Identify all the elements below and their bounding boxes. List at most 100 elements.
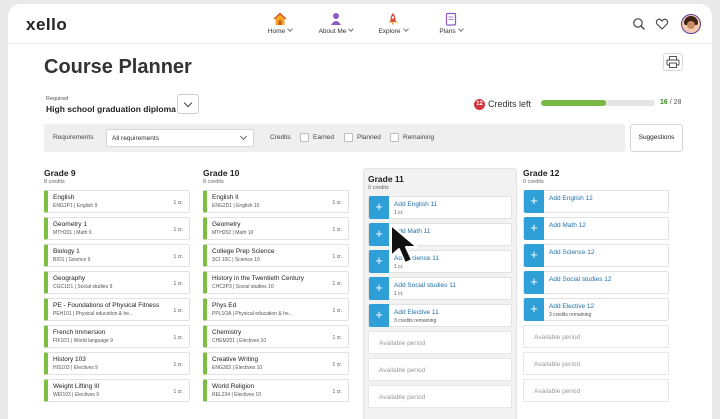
course-card[interactable]: Geography CGC1D1 | Social studies 9 1 cr.: [44, 271, 190, 294]
course-credit: 1 cr.: [332, 281, 342, 287]
requirement-dropdown[interactable]: [177, 94, 199, 114]
remaining-checkbox[interactable]: [390, 133, 399, 142]
nav-explore[interactable]: Explore: [363, 12, 423, 35]
available-period[interactable]: Available period: [523, 352, 669, 375]
user-avatar[interactable]: [681, 14, 701, 34]
credits-left-label: Credits left: [488, 99, 532, 109]
course-name: Creative Writing: [212, 356, 259, 363]
requirements-select-value: All requirements: [112, 135, 159, 142]
course-card[interactable]: College Prep Science SCI 10C | Science 10…: [203, 244, 349, 267]
course-name: Geometry: [212, 221, 241, 228]
course-code: PPL1OA | Physical education & he...: [212, 311, 293, 317]
course-card[interactable]: Geometry 1 MTH201 | Math 9 1 cr.: [44, 217, 190, 240]
requirements-select[interactable]: All requirements: [106, 129, 254, 147]
add-course-slot[interactable]: + Add Social studies 11 1 cr.: [368, 277, 512, 300]
add-course-slot[interactable]: + Add Math 12: [523, 217, 669, 240]
credits-earned: 16: [660, 99, 668, 106]
available-period[interactable]: Available period: [368, 385, 512, 408]
available-period[interactable]: Available period: [523, 325, 669, 348]
slot-name: Add English 11: [394, 201, 438, 208]
course-credit: 1 cr.: [332, 308, 342, 314]
course-card[interactable]: Creative Writing ENG302 | Electives 10 1 c…: [203, 352, 349, 375]
heart-icon[interactable]: [655, 17, 669, 31]
course-card[interactable]: English ENG1P1 | English 9 1 cr.: [44, 190, 190, 213]
course-card[interactable]: World Religion REL234 | Electives 10 1 cr.: [203, 379, 349, 402]
chevron-down-icon: [457, 26, 464, 32]
remaining-label[interactable]: Remaining: [403, 134, 434, 141]
person-icon: [331, 13, 341, 25]
course-card[interactable]: English II ENG2D1 | English 10 1 cr.: [203, 190, 349, 213]
plus-icon[interactable]: +: [369, 250, 389, 273]
course-credit: 1 cr.: [173, 308, 183, 314]
plus-icon[interactable]: +: [369, 304, 389, 327]
add-course-slot[interactable]: + Add English 12: [523, 190, 669, 213]
credits-filter-label: Credits: [270, 134, 291, 141]
course-card[interactable]: Chemistry CHEM201 | Electives 10 1 cr.: [203, 325, 349, 348]
nav-about-me[interactable]: About Me: [306, 12, 366, 35]
page-title: Course Planner: [44, 56, 192, 78]
slot-name: Add Elective 12: [549, 303, 595, 310]
course-credit: 1 cr.: [332, 362, 342, 368]
course-card[interactable]: French Immersion FIF1D1 | World language …: [44, 325, 190, 348]
available-period[interactable]: Available period: [368, 331, 512, 354]
plus-icon[interactable]: +: [524, 190, 544, 213]
plus-icon[interactable]: +: [524, 217, 544, 240]
earned-checkbox[interactable]: [300, 133, 309, 142]
course-card[interactable]: History in the Twentieth Century CHC2P3 |…: [203, 271, 349, 294]
course-code: CHEM201 | Electives 10: [212, 338, 267, 344]
plus-icon[interactable]: +: [369, 223, 389, 246]
add-course-slot[interactable]: + Add Social studies 12: [523, 271, 669, 294]
suggestions-button[interactable]: Suggestions: [630, 124, 683, 152]
course-name: World Religion: [212, 383, 255, 390]
course-card[interactable]: Geometry MTH202 | Math 10 1 cr.: [203, 217, 349, 240]
course-card[interactable]: Phys Ed PPL1OA | Physical education & he.…: [203, 298, 349, 321]
course-code: MTH202 | Math 10: [212, 230, 254, 236]
add-course-slot[interactable]: + Add Elective 11 3 credits remaining: [368, 304, 512, 327]
course-code: CHC2P3 | Social studies 10: [212, 284, 274, 290]
available-period[interactable]: Available period: [523, 379, 669, 402]
add-course-slot[interactable]: + Add Science 12: [523, 244, 669, 267]
grade-11-column: Grade 11 0 credits + Add English 11 1 cr. …: [363, 168, 517, 419]
course-code: REL234 | Electives 10: [212, 392, 262, 398]
course-card[interactable]: Weight Lifting III WEI103 | Electives 9 1 …: [44, 379, 190, 402]
course-card[interactable]: History 103 HIS103 | Electives 9 1 cr.: [44, 352, 190, 375]
course-code: MTH201 | Math 9: [53, 230, 92, 236]
course-card[interactable]: Biology 1 BIO1 | Science 9 1 cr.: [44, 244, 190, 267]
nav-home-label: Home: [267, 28, 286, 35]
plus-icon[interactable]: +: [369, 277, 389, 300]
course-credit: 1 cr.: [173, 362, 183, 368]
search-icon[interactable]: [632, 17, 646, 31]
course-name: PE - Foundations of Physical Fitness: [53, 302, 160, 309]
xello-logo[interactable]: xello: [26, 15, 67, 35]
course-name: Weight Lifting III: [53, 383, 100, 390]
add-course-slot[interactable]: + Add Elective 12 3 credits remaining: [523, 298, 669, 321]
course-code: SCI 10C | Science 10: [212, 257, 260, 263]
plus-icon[interactable]: +: [524, 244, 544, 267]
planned-label[interactable]: Planned: [357, 134, 381, 141]
grade-credits: 8 credits: [44, 179, 65, 185]
grade-9-column: Grade 9 8 credits English ENG1P1 | Englis…: [44, 168, 190, 406]
grade-title: Grade 11: [368, 174, 404, 184]
grade-12-column: Grade 12 0 credits + Add English 12 + Add …: [523, 168, 669, 406]
course-name: Chemistry: [212, 329, 242, 336]
chevron-down-icon: [287, 26, 294, 32]
add-course-slot[interactable]: + Add English 11 1 cr.: [368, 196, 512, 219]
nav-home[interactable]: Home: [250, 12, 310, 35]
plus-icon[interactable]: +: [524, 271, 544, 294]
course-card[interactable]: PE - Foundations of Physical Fitness PEH1…: [44, 298, 190, 321]
print-button[interactable]: [663, 53, 683, 71]
grade-title: Grade 10: [203, 168, 240, 178]
credits-total: / 28: [669, 99, 682, 106]
plus-icon[interactable]: +: [524, 298, 544, 321]
course-credit: 1 cr.: [173, 389, 183, 395]
course-credit: 1 cr.: [332, 335, 342, 341]
slot-sub: 3 credits remaining: [394, 318, 437, 324]
nav-plans-label: Plans: [439, 28, 456, 35]
available-period[interactable]: Available period: [368, 358, 512, 381]
grade-title: Grade 9: [44, 168, 76, 178]
planned-checkbox[interactable]: [344, 133, 353, 142]
slot-name: Add Social studies 12: [549, 276, 612, 283]
earned-label[interactable]: Earned: [313, 134, 334, 141]
nav-plans[interactable]: Plans: [421, 12, 481, 35]
plus-icon[interactable]: +: [369, 196, 389, 219]
